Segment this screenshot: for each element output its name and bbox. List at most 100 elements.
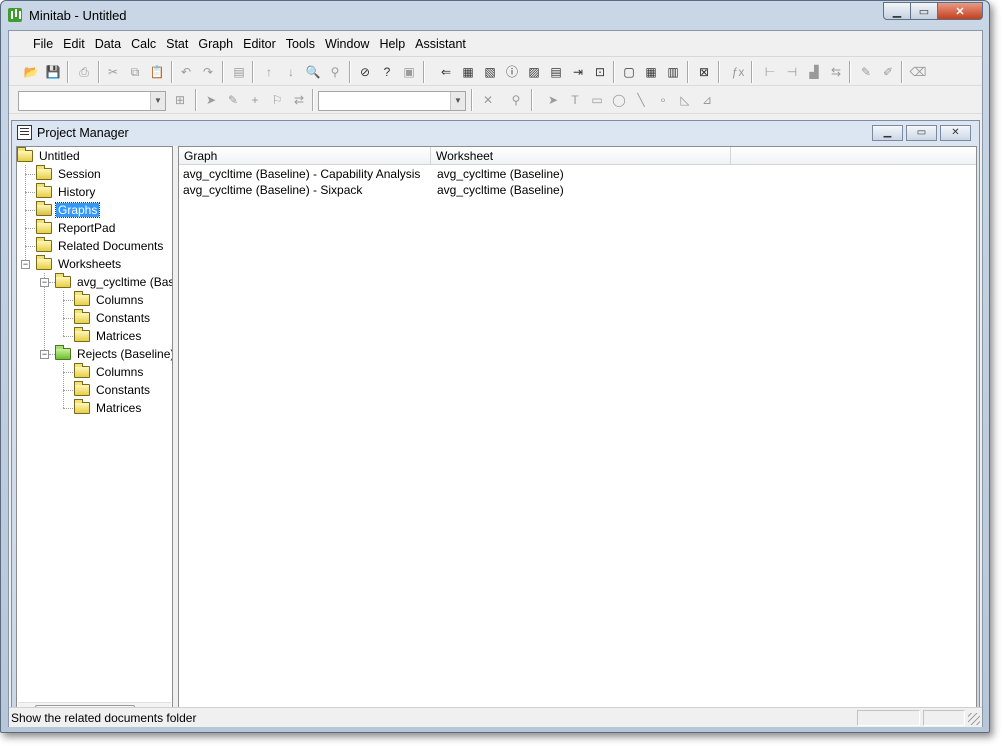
print-icon[interactable]: ⎙ — [75, 63, 93, 81]
menu-file[interactable]: File — [28, 31, 58, 57]
project-tree[interactable]: Untitled Session History Graphs ReportPa… — [16, 146, 173, 722]
table-row[interactable]: avg_cycltime (Baseline) - Sixpack avg_cy… — [179, 182, 976, 198]
show-session-folder-icon[interactable]: ⇐ — [437, 63, 455, 81]
table-row[interactable]: avg_cycltime (Baseline) - Capability Ana… — [179, 166, 976, 182]
zoom-icon[interactable]: ⚲ — [507, 91, 525, 109]
save-icon[interactable]: 💾 — [44, 63, 62, 81]
resize-grip-icon[interactable] — [968, 713, 980, 725]
polygon-tool-icon[interactable]: ⊿ — [698, 91, 716, 109]
data-window-icon[interactable]: ▦ — [642, 63, 660, 81]
show-related-documents-icon[interactable]: ⇥ — [569, 63, 587, 81]
select-item-combo[interactable]: ▼ — [18, 91, 166, 111]
project-manager-icon[interactable]: ▥ — [664, 63, 682, 81]
show-info-icon[interactable]: ⓘ — [503, 63, 521, 81]
tree-node-related-documents[interactable]: Related Documents — [36, 237, 165, 255]
session-window-icon[interactable]: ▢ — [620, 63, 638, 81]
open-folder-icon[interactable]: 📂 — [22, 63, 40, 81]
move-columns-icon[interactable]: ⇆ — [827, 63, 845, 81]
brush-icon[interactable]: ✎ — [857, 63, 875, 81]
minitab-logo-icon[interactable] — [8, 8, 22, 22]
tree-node-worksheet-rejects[interactable]: Rejects (Baseline) — [55, 345, 172, 363]
tree-node-ws2-constants[interactable]: Constants — [74, 381, 152, 399]
tree-node-graphs[interactable]: Graphs — [36, 201, 101, 219]
function-icon[interactable]: ƒx — [729, 63, 747, 81]
tree-node-reportpad[interactable]: ReportPad — [36, 219, 117, 237]
find-icon[interactable]: 🔍 — [304, 63, 322, 81]
menu-graph[interactable]: Graph — [193, 31, 238, 57]
edit-last-dialog-icon[interactable]: ▤ — [230, 63, 248, 81]
graph-item-combo[interactable]: ▼ — [318, 91, 466, 111]
flag-icon[interactable]: ⚐ — [268, 91, 286, 109]
marker-tool-icon[interactable]: ∘ — [654, 91, 672, 109]
show-reportpad-icon[interactable]: ▤ — [547, 63, 565, 81]
move-down-icon[interactable]: ↓ — [282, 63, 300, 81]
crosshairs-icon[interactable]: + — [246, 91, 264, 109]
pm-restore-button[interactable]: ▭ — [906, 125, 937, 141]
menu-tools[interactable]: Tools — [281, 31, 320, 57]
collapse-icon[interactable]: − — [21, 260, 30, 269]
menu-calc[interactable]: Calc — [126, 31, 161, 57]
chevron-down-icon[interactable]: ▼ — [150, 92, 165, 110]
redo-icon[interactable]: ↷ — [199, 63, 217, 81]
tree-node-worksheets[interactable]: Worksheets — [36, 255, 123, 273]
cancel-command-icon[interactable]: ⊘ — [356, 63, 374, 81]
cut-icon[interactable]: ✂ — [104, 63, 122, 81]
show-worksheets-folder-icon[interactable]: ▦ — [459, 63, 477, 81]
menu-help[interactable]: Help — [374, 31, 410, 57]
ellipse-tool-icon[interactable]: ◯ — [610, 91, 628, 109]
tree-node-session[interactable]: Session — [36, 165, 103, 183]
menu-assistant[interactable]: Assistant — [410, 31, 471, 57]
replace-icon[interactable]: ⚲ — [326, 63, 344, 81]
column-header-worksheet[interactable]: Worksheet — [431, 147, 731, 165]
polyline-tool-icon[interactable]: ◺ — [676, 91, 694, 109]
title-bar[interactable]: Minitab - Untitled ▁ ▭ ✕ — [1, 1, 989, 30]
show-graphs-folder-icon[interactable]: ▧ — [481, 63, 499, 81]
help-icon[interactable]: ? — [378, 63, 396, 81]
insert-rows-icon[interactable]: ⊣ — [783, 63, 801, 81]
set-id-variables-icon[interactable]: ✐ — [879, 63, 897, 81]
line-tool-icon[interactable]: ╲ — [632, 91, 650, 109]
collapse-icon[interactable]: − — [40, 350, 49, 359]
select-pointer-icon[interactable]: ➤ — [202, 91, 220, 109]
delete-icon[interactable]: ✕ — [479, 91, 497, 109]
menu-edit[interactable]: Edit — [58, 31, 90, 57]
chevron-down-icon[interactable]: ▼ — [450, 92, 465, 110]
graphs-list-view[interactable]: Graph Worksheet avg_cycltime (Baseline) … — [178, 146, 977, 722]
maximize-button[interactable]: ▭ — [910, 2, 938, 20]
show-design-icon[interactable]: ⊡ — [591, 63, 609, 81]
paste-icon[interactable]: 📋 — [148, 63, 166, 81]
collapse-icon[interactable]: − — [40, 278, 49, 287]
rectangle-tool-icon[interactable]: ▭ — [588, 91, 606, 109]
insert-cells-icon[interactable]: ⊢ — [761, 63, 779, 81]
annotation-pointer-icon[interactable]: ➤ — [544, 91, 562, 109]
move-up-icon[interactable]: ↑ — [260, 63, 278, 81]
project-manager-title-bar[interactable]: Project Manager ▁ ▭ ✕ — [12, 121, 979, 145]
edit-item-icon[interactable]: ⊞ — [171, 91, 189, 109]
text-tool-icon[interactable]: T — [566, 91, 584, 109]
tree-node-ws2-matrices[interactable]: Matrices — [74, 399, 143, 417]
insert-columns-icon[interactable]: ▟ — [805, 63, 823, 81]
eraser-icon[interactable]: ⌫ — [909, 63, 927, 81]
tree-node-ws1-matrices[interactable]: Matrices — [74, 327, 143, 345]
menu-window[interactable]: Window — [320, 31, 374, 57]
minimize-button[interactable]: ▁ — [883, 2, 911, 20]
tree-node-ws1-columns[interactable]: Columns — [74, 291, 145, 309]
pm-close-button[interactable]: ✕ — [940, 125, 971, 141]
menu-data[interactable]: Data — [90, 31, 126, 57]
copy-icon[interactable]: ⧉ — [126, 63, 144, 81]
tree-node-untitled[interactable]: Untitled — [17, 147, 82, 165]
pm-minimize-button[interactable]: ▁ — [872, 125, 903, 141]
stat-guide-icon[interactable]: ▣ — [400, 63, 418, 81]
tree-node-worksheet-avg-cycltime[interactable]: avg_cycltime (Baseline) — [55, 273, 172, 291]
brush-graph-icon[interactable]: ✎ — [224, 91, 242, 109]
tree-node-ws2-columns[interactable]: Columns — [74, 363, 145, 381]
undo-icon[interactable]: ↶ — [177, 63, 195, 81]
tree-node-ws1-constants[interactable]: Constants — [74, 309, 152, 327]
close-button[interactable]: ✕ — [937, 2, 983, 20]
menu-editor[interactable]: Editor — [238, 31, 281, 57]
tree-node-history[interactable]: History — [36, 183, 97, 201]
column-header-graph[interactable]: Graph — [179, 147, 431, 165]
update-graph-icon[interactable]: ⇄ — [290, 91, 308, 109]
close-all-graphs-icon[interactable]: ⊠ — [695, 63, 713, 81]
show-history-icon[interactable]: ▨ — [525, 63, 543, 81]
